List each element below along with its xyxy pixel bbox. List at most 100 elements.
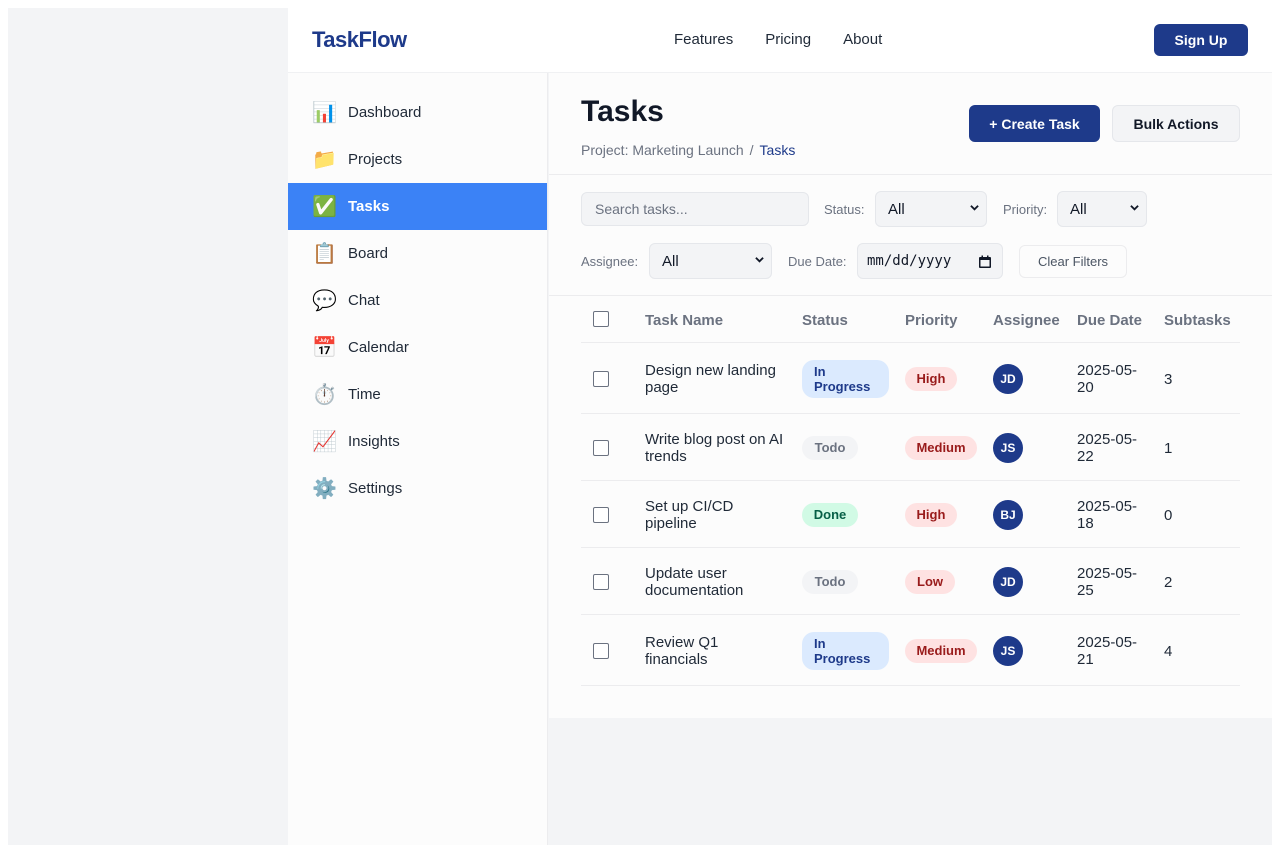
subtask-count: 0	[1164, 506, 1173, 524]
due-date-line: 22	[1077, 447, 1094, 465]
status-filter-label: Status:	[824, 202, 865, 217]
table-row[interactable]: Set up CI/CD pipeline Done High BJ 2025-05- 18…	[581, 481, 1240, 548]
assignee-select[interactable]: All	[649, 243, 772, 279]
column-header-due-date[interactable]: Due Date	[1077, 312, 1142, 329]
sidebar-item-projects[interactable]: 📁 Projects	[288, 136, 547, 183]
status-badge: Done	[802, 502, 858, 527]
task-name[interactable]: Update user documentation	[645, 565, 795, 599]
column-header-subtasks[interactable]: Subtasks	[1164, 312, 1231, 329]
subtask-count: 4	[1164, 642, 1173, 660]
sidebar-item-dashboard[interactable]: 📊 Dashboard	[288, 89, 547, 136]
nav-link-about[interactable]: About	[843, 31, 882, 48]
due-date-line: 20	[1077, 378, 1094, 396]
app-logo[interactable]: TaskFlow	[312, 27, 407, 53]
table-row[interactable]: Write blog post on AI trends Todo Medium JS 2…	[581, 414, 1240, 481]
priority-select-value: All	[1070, 200, 1087, 218]
sidebar-item-insights[interactable]: 📈 Insights	[288, 418, 547, 465]
task-name-line: trends	[645, 447, 687, 465]
due-date: 2025-05- 21	[1077, 634, 1137, 668]
due-date-line: 25	[1077, 581, 1094, 599]
table-row[interactable]: Update user documentation Todo Low JD 2025-05…	[581, 548, 1240, 615]
table-row[interactable]: Review Q1 financials In Progress Medium JS 202…	[581, 615, 1240, 686]
sidebar-nav: 📊 Dashboard 📁 Projects ✅ Tasks 📋 Board 💬 Chat 📅 Cal…	[288, 73, 548, 845]
priority-badge: Medium	[905, 435, 977, 460]
blank-left-pane	[8, 8, 288, 845]
subtask-count: 1	[1164, 439, 1173, 457]
nav-link-pricing[interactable]: Pricing	[765, 31, 811, 48]
row-checkbox[interactable]	[593, 370, 609, 387]
row-checkbox[interactable]	[593, 439, 609, 456]
column-header-status[interactable]: Status	[802, 312, 848, 329]
table-row[interactable]: Design new landing page In Progress High JD 20…	[581, 343, 1240, 414]
row-checkbox[interactable]	[593, 573, 609, 590]
due-date-input[interactable]: mm/dd/yyyy	[857, 243, 1003, 279]
task-name[interactable]: Design new landing page	[645, 362, 795, 396]
sidebar-item-tasks[interactable]: ✅ Tasks	[288, 183, 547, 230]
column-header-task-name[interactable]: Task Name	[645, 312, 723, 329]
avatar[interactable]: JD	[993, 363, 1023, 394]
status-badge: Todo	[802, 569, 858, 594]
priority-filter-label: Priority:	[1003, 202, 1048, 217]
breadcrumb-current: Tasks	[759, 142, 796, 158]
column-header-priority[interactable]: Priority	[905, 312, 958, 329]
status-badge-line: In	[814, 363, 826, 379]
sidebar-item-label: Projects	[348, 151, 403, 168]
sign-up-button[interactable]: Sign Up	[1154, 24, 1248, 56]
calendar-icon: 📅	[312, 336, 337, 359]
priority-select[interactable]: All	[1057, 191, 1147, 227]
due-date: 2025-05- 20	[1077, 362, 1137, 396]
search-input[interactable]: Search tasks...	[581, 192, 809, 226]
sidebar-item-label: Time	[348, 386, 381, 403]
sidebar-item-chat[interactable]: 💬 Chat	[288, 277, 547, 324]
status-badge-line: Progress	[814, 650, 871, 666]
stopwatch-icon: ⏱️	[312, 383, 337, 406]
priority-badge: Medium	[905, 638, 977, 663]
trend-chart-icon: 📈	[312, 430, 337, 453]
task-name-line: Review Q1	[645, 633, 719, 651]
due-date: 2025-05- 22	[1077, 431, 1137, 465]
sidebar-item-settings[interactable]: ⚙️ Settings	[288, 465, 547, 512]
due-date-line: 21	[1077, 650, 1094, 668]
sidebar-item-label: Board	[348, 245, 389, 262]
subtask-count: 3	[1164, 370, 1173, 388]
task-name-line: financials	[645, 650, 708, 668]
due-date: 2025-05- 18	[1077, 498, 1137, 532]
app-frame: TaskFlow Features Pricing About Sign Up …	[8, 8, 1272, 845]
chart-icon: 📊	[312, 101, 337, 124]
avatar[interactable]: JD	[993, 566, 1023, 597]
chevron-down-icon	[970, 205, 979, 211]
status-badge-line: In	[814, 635, 826, 651]
avatar[interactable]: BJ	[993, 499, 1023, 530]
calendar-icon[interactable]	[978, 255, 992, 269]
sidebar-item-board[interactable]: 📋 Board	[288, 230, 547, 277]
avatar[interactable]: JS	[993, 635, 1023, 666]
filter-bar: Search tasks... Status: All Priority: Al…	[549, 175, 1272, 296]
due-date-filter-label: Due Date:	[788, 254, 847, 269]
sidebar-item-label: Settings	[348, 480, 403, 497]
due-date-placeholder: mm/dd/yyyy	[867, 253, 952, 269]
task-name-line: Set up CI/CD	[645, 497, 734, 515]
sidebar-item-time[interactable]: ⏱️ Time	[288, 371, 547, 418]
gear-icon: ⚙️	[312, 477, 337, 500]
page-title: Tasks	[581, 95, 664, 128]
sidebar-item-label: Insights	[348, 433, 400, 450]
row-checkbox[interactable]	[593, 506, 609, 523]
breadcrumb-parent[interactable]: Project: Marketing Launch	[581, 142, 744, 158]
select-all-checkbox[interactable]	[593, 311, 609, 327]
task-name[interactable]: Set up CI/CD pipeline	[645, 498, 795, 532]
bulk-actions-button[interactable]: Bulk Actions	[1112, 105, 1240, 142]
due-date-line: 2025-05-	[1077, 361, 1138, 379]
row-checkbox[interactable]	[593, 642, 609, 659]
task-name-line: documentation	[645, 581, 744, 599]
sidebar-item-calendar[interactable]: 📅 Calendar	[288, 324, 547, 371]
task-name[interactable]: Write blog post on AI trends	[645, 431, 795, 465]
column-header-assignee[interactable]: Assignee	[993, 312, 1060, 329]
task-name[interactable]: Review Q1 financials	[645, 634, 795, 668]
clear-filters-button[interactable]: Clear Filters	[1019, 245, 1127, 278]
status-select[interactable]: All	[875, 191, 987, 227]
status-badge-line: Done	[813, 506, 847, 522]
create-task-button[interactable]: + Create Task	[969, 105, 1100, 142]
nav-link-features[interactable]: Features	[674, 31, 733, 48]
avatar[interactable]: JS	[993, 432, 1023, 463]
subtask-count: 2	[1164, 573, 1173, 591]
